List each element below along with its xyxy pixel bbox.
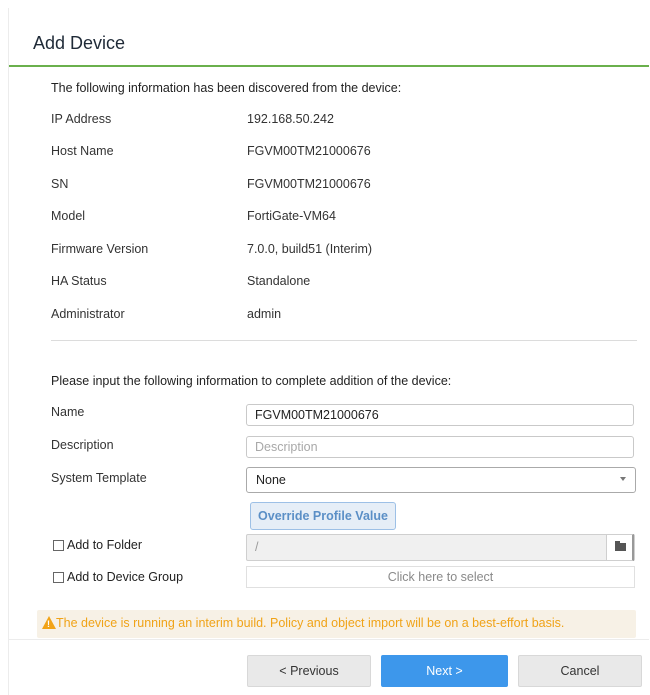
info-label: Model	[51, 209, 86, 223]
info-value: FGVM00TM21000676	[247, 177, 371, 191]
info-value: FortiGate-VM64	[247, 209, 336, 223]
interim-build-warning: ! The device is running an interim build…	[37, 610, 636, 638]
chevron-down-icon	[620, 477, 626, 481]
folder-icon	[615, 541, 626, 551]
info-row-ha-status: HA Status Standalone	[51, 274, 631, 294]
warning-icon: !	[42, 616, 56, 629]
discovered-intro: The following information has been disco…	[51, 81, 402, 95]
info-value: 192.168.50.242	[247, 112, 334, 126]
browse-folder-button[interactable]	[606, 534, 634, 561]
warning-text: The device is running an interim build. …	[56, 616, 565, 630]
folder-path-input: /	[246, 534, 635, 561]
system-template-select[interactable]: None	[246, 467, 636, 493]
dialog-title: Add Device	[33, 33, 126, 53]
info-value: admin	[247, 307, 282, 321]
info-row-firmware-version: Firmware Version 7.0.0, build51 (Interim…	[51, 242, 631, 262]
name-input[interactable]: FGVM00TM21000676	[246, 404, 634, 426]
input-intro: Please input the following information t…	[51, 374, 452, 388]
dialog-header: Add Device	[9, 8, 649, 67]
system-template-label: System Template	[51, 471, 147, 485]
next-button[interactable]: Next >	[381, 655, 508, 687]
description-label: Description	[51, 438, 114, 452]
system-template-value: None	[256, 473, 286, 487]
cancel-button[interactable]: Cancel	[518, 655, 642, 687]
description-input[interactable]: Description	[246, 436, 634, 458]
info-value: Standalone	[247, 274, 311, 288]
add-to-folder-label: Add to Folder	[67, 538, 143, 552]
info-label: HA Status	[51, 274, 107, 288]
info-label: Host Name	[51, 144, 114, 158]
add-to-device-group-checkbox[interactable]	[53, 572, 64, 583]
info-row-administrator: Administrator admin	[51, 307, 631, 327]
add-device-dialog: Add Device The following information has…	[8, 8, 649, 695]
device-group-selector[interactable]: Click here to select	[246, 566, 635, 588]
info-row-sn: SN FGVM00TM21000676	[51, 177, 631, 197]
info-value: FGVM00TM21000676	[247, 144, 371, 158]
info-row-model: Model FortiGate-VM64	[51, 209, 631, 229]
add-to-device-group-label: Add to Device Group	[67, 570, 184, 584]
info-label: SN	[51, 177, 69, 191]
info-label: IP Address	[51, 112, 112, 126]
info-label: Firmware Version	[51, 242, 149, 256]
info-row-ip-address: IP Address 192.168.50.242	[51, 112, 631, 132]
previous-button[interactable]: < Previous	[247, 655, 371, 687]
section-divider	[51, 340, 637, 341]
info-value: 7.0.0, build51 (Interim)	[247, 242, 373, 256]
add-to-folder-checkbox[interactable]	[53, 540, 64, 551]
name-label: Name	[51, 405, 85, 419]
override-profile-value-button[interactable]: Override Profile Value	[250, 502, 396, 530]
folder-path-value: /	[255, 540, 259, 554]
footer-divider	[9, 639, 649, 640]
info-label: Administrator	[51, 307, 125, 321]
info-row-host-name: Host Name FGVM00TM21000676	[51, 144, 631, 164]
